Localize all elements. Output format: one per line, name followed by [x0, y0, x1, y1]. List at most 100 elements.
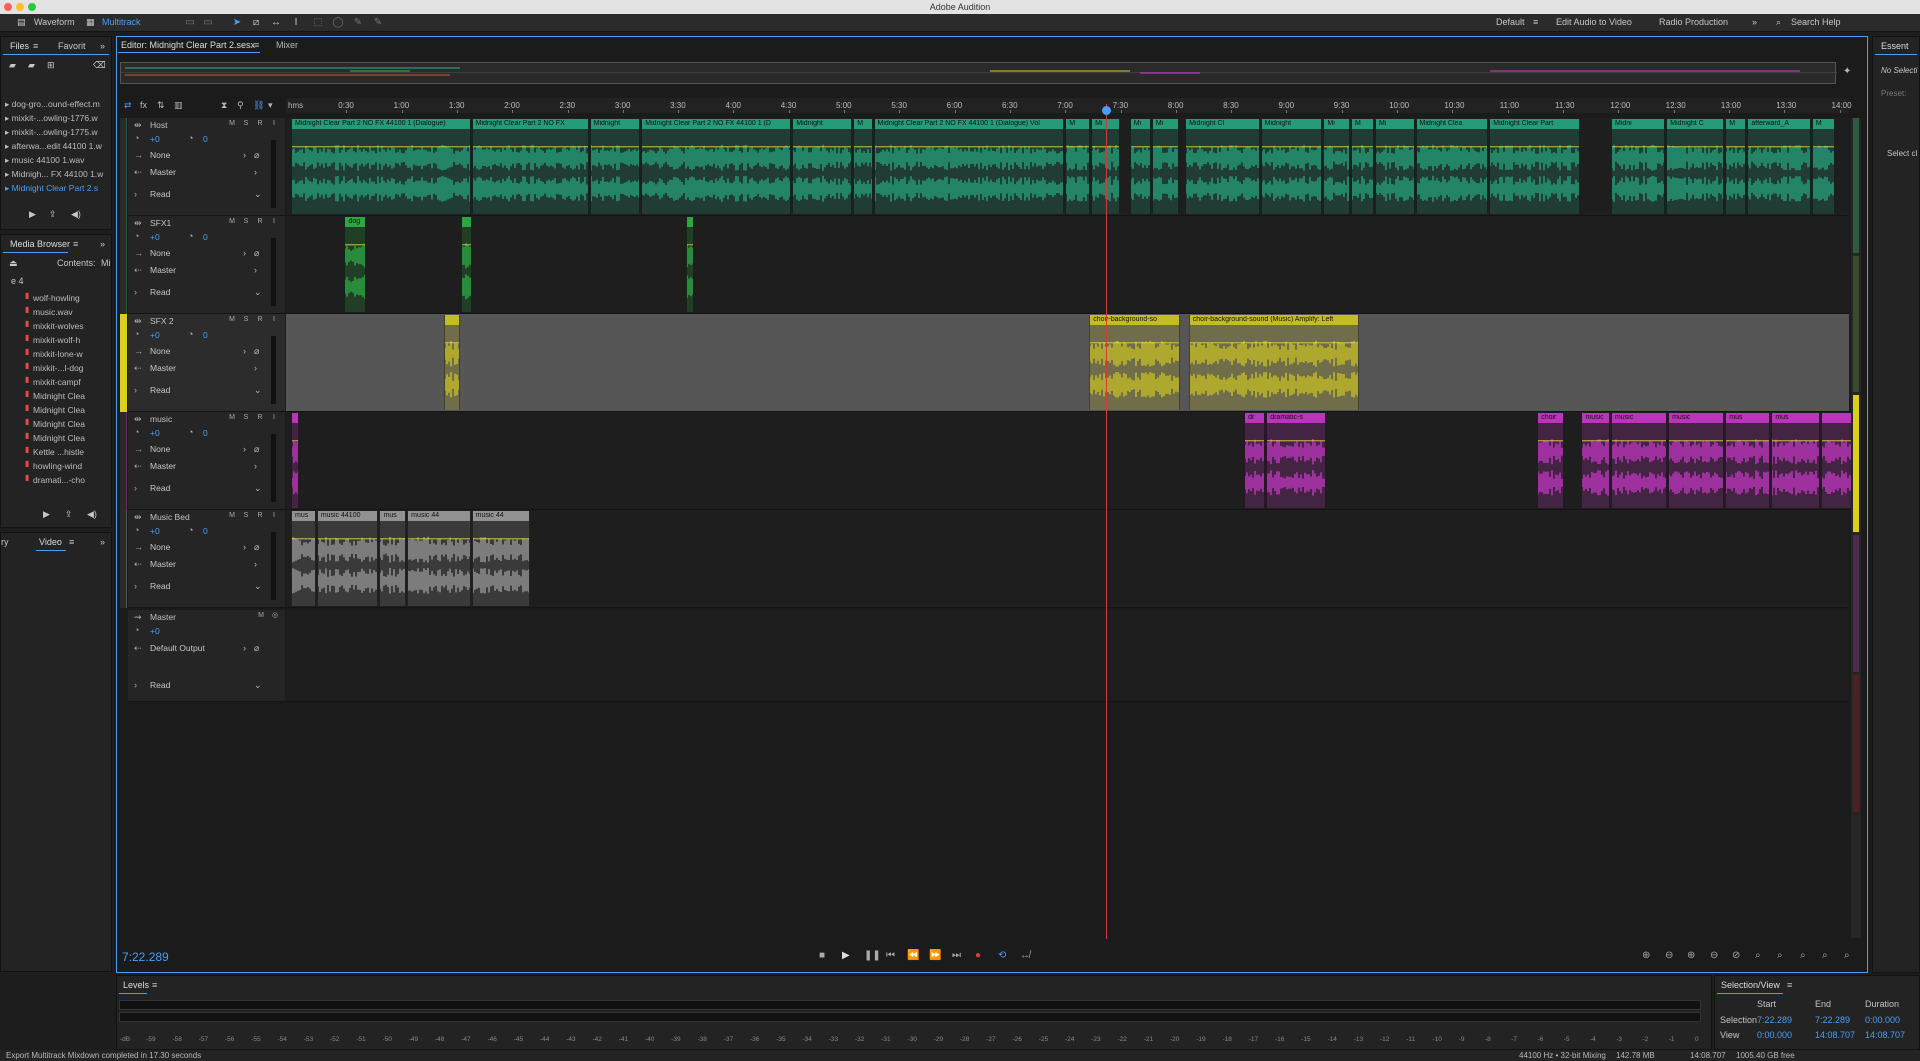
audio-clip[interactable]: Midnight Clear Part [1489, 119, 1581, 214]
track-volume-value[interactable]: +0 [150, 330, 160, 340]
zoom-track-icon[interactable]: ⌕ [1844, 950, 1850, 961]
track-output-select[interactable]: Master [150, 363, 176, 373]
tab-history[interactable]: ry [1, 537, 9, 547]
track-automation-mode[interactable]: Read [150, 287, 170, 297]
automation-expand-icon[interactable]: › [134, 189, 137, 199]
audio-clip[interactable]: M [1065, 119, 1091, 214]
track-input-select[interactable]: None [150, 542, 170, 552]
audio-clip[interactable]: Mi [1129, 119, 1151, 214]
waveform-mode-button[interactable]: Waveform [34, 17, 75, 27]
close-file-icon[interactable]: ⌫ [93, 60, 106, 71]
tab-video[interactable]: Video [39, 537, 62, 547]
move-to-next-icon[interactable]: ⏭ [952, 950, 961, 961]
pan-knob-icon[interactable]: ◔ [188, 231, 193, 241]
monitor-button[interactable]: ◎ [270, 611, 280, 621]
panel-menu-icon[interactable]: ≡ [33, 41, 38, 51]
audio-clip[interactable] [291, 413, 300, 508]
track-input-select[interactable]: None [150, 444, 170, 454]
zoom-to-fit-icon[interactable]: ✦ [1843, 66, 1851, 77]
audio-clip[interactable]: dr [1244, 413, 1266, 508]
workspace-radio-production[interactable]: Radio Production [1659, 17, 1728, 27]
drive-icon[interactable]: ⏏ [9, 258, 18, 269]
audio-clip[interactable]: mus [1771, 413, 1821, 508]
track-automation-mode[interactable]: Read [150, 189, 170, 199]
phase-icon[interactable]: ⌀ [254, 346, 259, 357]
track-volume-value[interactable]: +0 [150, 232, 160, 242]
track-pan-value[interactable]: 0 [203, 330, 208, 340]
close-window-button[interactable] [4, 3, 12, 11]
marker-icon[interactable]: ▾ [268, 100, 273, 111]
pan-knob-icon[interactable]: ◔ [188, 427, 193, 437]
export-file-icon[interactable]: ⇪ [49, 209, 57, 220]
track-lane[interactable] [286, 314, 1849, 412]
list-item[interactable]: Midnight Clea [33, 431, 103, 445]
track-output-select[interactable]: Master [150, 461, 176, 471]
zoom-out-time-icon[interactable]: ⊖ [1710, 950, 1718, 961]
move-to-previous-icon[interactable]: ⏮ [886, 950, 895, 961]
audio-clip[interactable]: Midnight Cl [1185, 119, 1260, 214]
zoom-out-amplitude-icon[interactable]: ⊖ [1665, 950, 1673, 961]
pan-knob-icon[interactable]: ◔ [188, 329, 193, 339]
current-timecode[interactable]: 7:22.289 [122, 950, 169, 964]
audio-clip[interactable]: mus [291, 511, 316, 606]
solo-button[interactable]: S [241, 413, 251, 423]
new-file-icon[interactable]: ⊞ [47, 60, 55, 71]
audio-clip[interactable]: choir-background-so [1089, 315, 1181, 410]
track-input-select[interactable]: None [150, 150, 170, 160]
sends-icon[interactable]: ⇅ [157, 100, 165, 111]
playhead[interactable] [1106, 104, 1108, 939]
volume-knob-icon[interactable]: ◔ [134, 625, 139, 635]
list-item[interactable]: Midnight Clea [33, 403, 103, 417]
audio-clip[interactable]: M [1725, 119, 1747, 214]
monitor-input-button[interactable]: I [269, 315, 279, 325]
solo-button[interactable]: S [241, 119, 251, 129]
move-track-icon[interactable]: ⇹ [134, 218, 142, 229]
more-workspaces-icon[interactable]: » [1752, 17, 1757, 27]
track-input-select[interactable]: None [150, 248, 170, 258]
audio-clip[interactable]: Midnight Clea [1415, 119, 1489, 214]
record-arm-button[interactable]: R [255, 511, 265, 521]
audio-clip[interactable]: choir [1537, 413, 1564, 508]
track-volume-value[interactable]: +0 [150, 134, 160, 144]
tab-favorites[interactable]: Favorit [58, 41, 86, 51]
lasso-tool-icon[interactable]: ◯ [332, 17, 344, 29]
audio-clip[interactable]: mus [379, 511, 407, 606]
chevron-down-icon[interactable]: ⌄ [254, 287, 262, 298]
zoom-out-full-icon[interactable]: ⊘ [1732, 950, 1740, 961]
mute-button[interactable]: M [227, 413, 237, 423]
track-name[interactable]: Music Bed [150, 512, 190, 522]
volume-knob-icon[interactable]: ◔ [134, 525, 139, 535]
automation-expand-icon[interactable]: › [134, 287, 137, 297]
play-preview-icon[interactable]: ▶ [43, 509, 50, 520]
mute-button[interactable]: M [227, 511, 237, 521]
monitor-input-button[interactable]: I [269, 119, 279, 129]
list-item[interactable]: mixkit-campf [33, 375, 103, 389]
track-name[interactable]: SFX1 [150, 218, 171, 228]
track-pan-value[interactable]: 0 [203, 134, 208, 144]
rewind-icon[interactable]: ⏪ [907, 950, 919, 961]
time-selection-tool-icon[interactable]: I [290, 17, 302, 29]
monitor-input-button[interactable]: I [269, 217, 279, 227]
track-pan-value[interactable]: 0 [203, 232, 208, 242]
play-icon[interactable]: ▶ [842, 950, 850, 961]
master-output-select[interactable]: Default Output [150, 643, 205, 653]
pitch-display-icon[interactable]: ▭ [202, 17, 214, 29]
more-panels-icon[interactable]: » [100, 537, 105, 547]
fx-icon[interactable]: fx [140, 100, 147, 110]
master-lane[interactable] [286, 610, 1849, 702]
marquee-tool-icon[interactable]: ⬚ [312, 17, 324, 29]
master-track-name[interactable]: Master [150, 612, 176, 622]
automation-expand-icon[interactable]: › [134, 680, 137, 690]
view-start[interactable]: 0:00.000 [1757, 1030, 1792, 1040]
chevron-down-icon[interactable]: ⌄ [254, 189, 262, 200]
loop-playback-icon[interactable]: ⟲ [998, 950, 1006, 961]
list-item[interactable]: howling-wind [33, 459, 103, 473]
audio-clip[interactable]: Midnight Clear Part 2 NO FX 44100 1 (Dia… [873, 119, 1065, 214]
track-name[interactable]: Host [150, 120, 167, 130]
list-item[interactable]: ▸ mixkit-...owling-1775.w [5, 125, 107, 139]
track-automation-mode[interactable]: Read [150, 483, 170, 493]
audio-clip[interactable]: M [1811, 119, 1835, 214]
record-arm-button[interactable]: R [255, 413, 265, 423]
phase-icon[interactable]: ⌀ [254, 248, 259, 259]
selection-start[interactable]: 7:22.289 [1757, 1015, 1792, 1025]
